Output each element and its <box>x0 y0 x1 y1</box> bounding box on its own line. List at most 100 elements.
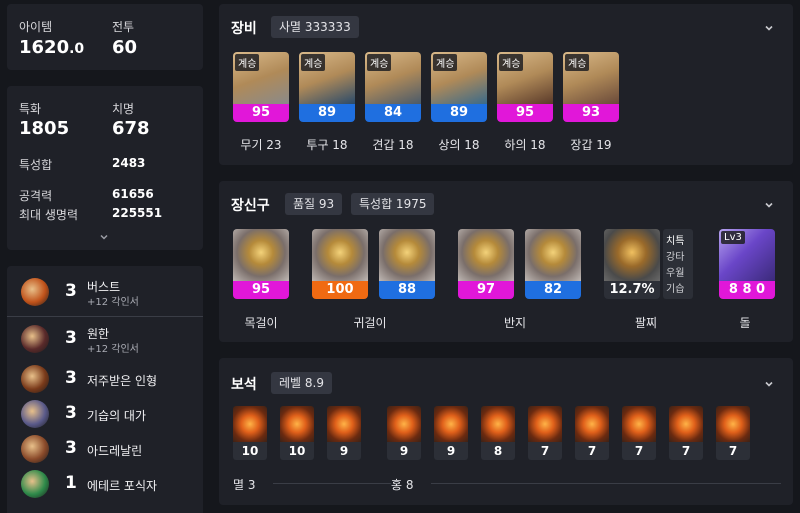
gem-icon <box>233 406 267 442</box>
quality-bar: 88 <box>379 281 435 299</box>
gem-item[interactable]: 7 <box>575 406 609 460</box>
crit-value: 678 <box>112 118 150 139</box>
max-hp-value: 225551 <box>112 206 163 220</box>
gem-level: 7 <box>716 442 750 460</box>
engraving-row[interactable]: 1 에테르 포식자 <box>7 466 210 500</box>
equipment-name: 무기 23 <box>240 138 282 152</box>
inherit-tag: 계승 <box>301 54 326 71</box>
quality-bar: 89 <box>431 104 487 122</box>
gem-item[interactable]: 8 <box>481 406 515 460</box>
bracelet-option: 기습 <box>666 284 685 295</box>
inherit-tag: 계승 <box>433 54 458 71</box>
ring-icon <box>525 229 581 281</box>
combat-level-label: 전투 <box>112 20 135 34</box>
bracelet-option: 강타 <box>666 252 685 263</box>
equipment-name: 하의 18 <box>504 138 546 152</box>
inherit-tag: 계승 <box>499 54 524 71</box>
equipment-name: 장갑 19 <box>570 138 612 152</box>
gem-level: 7 <box>622 442 656 460</box>
gem-icon <box>327 406 361 442</box>
chevron-down-icon[interactable] <box>764 200 774 210</box>
bracelet-item[interactable]: 12.7% <box>604 229 660 299</box>
item-level-panel: 아이템 1620.0 전투 60 <box>7 4 203 70</box>
equipment-item[interactable]: 계승 89 <box>431 52 487 122</box>
engraving-divider <box>7 316 203 317</box>
accessory-item[interactable]: 82 <box>525 229 581 299</box>
gem-item[interactable]: 7 <box>669 406 703 460</box>
ring-icon <box>458 229 514 281</box>
adrenaline-icon <box>21 435 49 463</box>
ability-stone-item[interactable]: Lv3 8 8 0 <box>719 229 775 299</box>
burst-icon <box>21 278 49 306</box>
gem-right-divider <box>431 483 781 484</box>
quality-bar: 97 <box>458 281 514 299</box>
engraving-book: +12 각인서 <box>87 297 139 308</box>
quality-bar: 95 <box>233 281 289 299</box>
attack-power-value: 61656 <box>112 187 154 201</box>
equipment-item[interactable]: 계승 84 <box>365 52 421 122</box>
inherit-tag: 계승 <box>565 54 590 71</box>
gem-left-label: 멸 3 <box>233 478 256 492</box>
chevron-down-icon[interactable] <box>99 232 109 242</box>
gem-level: 9 <box>387 442 421 460</box>
attack-power-label: 공격력 <box>19 189 53 203</box>
grudge-icon <box>21 325 49 353</box>
gem-item[interactable]: 9 <box>327 406 361 460</box>
gem-item[interactable]: 10 <box>233 406 267 460</box>
total-stat-value: 2483 <box>112 156 146 170</box>
gem-icon <box>575 406 609 442</box>
gem-item[interactable]: 7 <box>716 406 750 460</box>
engraving-row[interactable]: 3 아드레날린 <box>7 431 210 465</box>
engraving-row[interactable]: 3 기습의 대가 <box>7 396 210 430</box>
gem-item[interactable]: 10 <box>280 406 314 460</box>
gem-icon <box>716 406 750 442</box>
equipment-item[interactable]: 계승 95 <box>233 52 289 122</box>
gem-item[interactable]: 7 <box>622 406 656 460</box>
gem-level: 10 <box>280 442 314 460</box>
engraving-row[interactable]: 3 저주받은 인형 <box>7 361 210 395</box>
engraving-name: 기습의 대가 <box>87 409 147 423</box>
accessory-item[interactable]: 95 <box>233 229 289 299</box>
gem-item[interactable]: 9 <box>434 406 468 460</box>
chevron-down-icon[interactable] <box>764 23 774 33</box>
max-hp-label: 최대 생명력 <box>19 208 79 222</box>
bracelet-icon <box>604 229 660 281</box>
combat-level-value: 60 <box>112 37 138 58</box>
quality-bar: 93 <box>563 104 619 122</box>
ether-icon <box>21 470 49 498</box>
item-level-label: 아이템 <box>19 20 53 34</box>
accessory-item[interactable]: 100 <box>312 229 368 299</box>
gem-level: 9 <box>434 442 468 460</box>
necklace-label: 목걸이 <box>244 316 278 330</box>
accessory-item[interactable]: 97 <box>458 229 514 299</box>
gem-level: 7 <box>575 442 609 460</box>
ring-label: 반지 <box>503 316 527 330</box>
gem-level-chip: 레벨 8.9 <box>271 372 332 394</box>
equipment-item[interactable]: 계승 89 <box>299 52 355 122</box>
total-stat-label: 특성합 <box>19 158 53 172</box>
stats-panel: 특화 1805 치명 678 특성합 2483 공격력 61656 최대 생명력… <box>7 86 203 250</box>
accessories-panel: 장신구 품질 93 특성합 1975 95 100 88 97 82 12.7% 치특 강… <box>219 181 793 342</box>
bracelet-option: 우월 <box>666 268 685 279</box>
earring-label: 귀걸이 <box>353 316 387 330</box>
equipment-name: 견갑 18 <box>372 138 414 152</box>
chevron-down-icon[interactable] <box>764 379 774 389</box>
equipment-item[interactable]: 계승 93 <box>563 52 619 122</box>
accessory-item[interactable]: 88 <box>379 229 435 299</box>
engraving-row[interactable]: 3 원한 +12 각인서 <box>7 321 210 355</box>
engraving-name: 에테르 포식자 <box>87 479 158 493</box>
stone-label: 돌 <box>739 316 751 330</box>
gem-icon <box>622 406 656 442</box>
gem-level: 7 <box>528 442 562 460</box>
equipment-panel: 장비 사멸 333333 계승 95 무기 23 계승 89 투구 18 계승 84 견갑 18… <box>219 4 793 165</box>
earring-icon <box>379 229 435 281</box>
gem-item[interactable]: 7 <box>528 406 562 460</box>
quality-bar: 95 <box>497 104 553 122</box>
engraving-level: 3 <box>65 281 77 301</box>
set-effect-chip: 사멸 333333 <box>271 16 359 38</box>
engraving-row[interactable]: 3 버스트 +12 각인서 <box>7 274 210 308</box>
equipment-item[interactable]: 계승 95 <box>497 52 553 122</box>
gem-item[interactable]: 9 <box>387 406 421 460</box>
bracelet-percent: 12.7% <box>604 281 660 299</box>
equipment-title: 장비 <box>231 21 257 37</box>
